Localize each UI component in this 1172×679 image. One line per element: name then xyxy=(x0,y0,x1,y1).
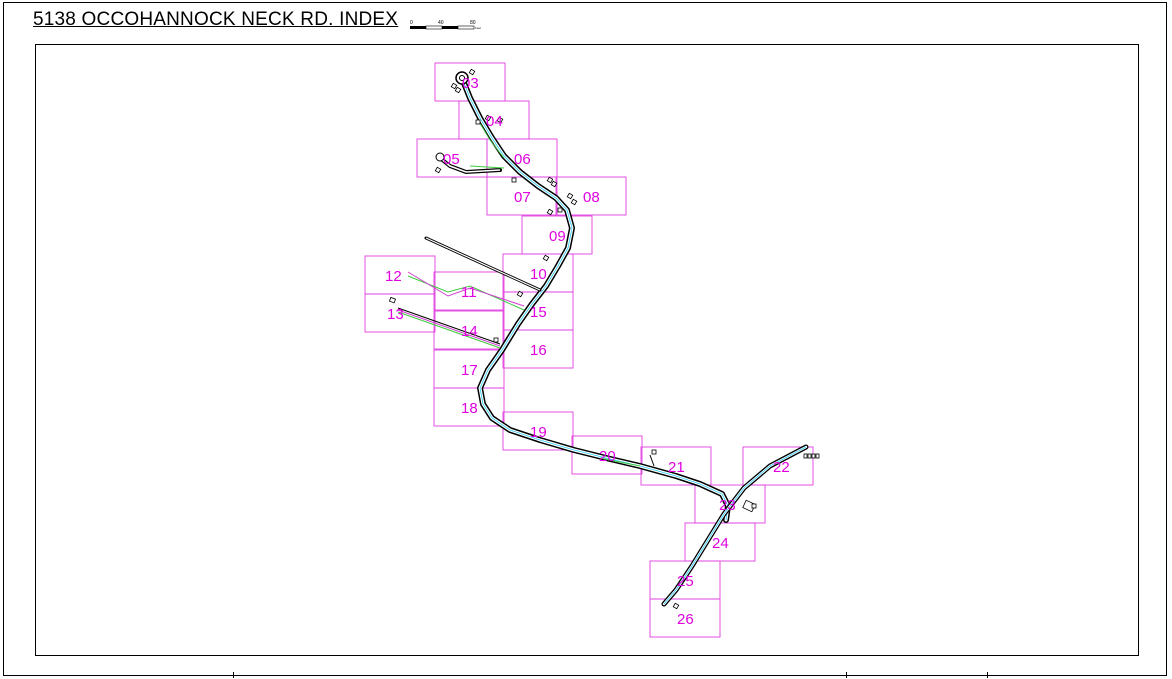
sheet-label-09: 09 xyxy=(549,228,566,245)
sheet-label-06: 06 xyxy=(514,151,531,168)
sheet-label-05: 05 xyxy=(443,151,460,168)
sheet-label-15: 15 xyxy=(530,304,547,321)
sheet-label-22: 22 xyxy=(773,459,790,476)
driveway-21 xyxy=(649,454,655,467)
sheet-label-18: 18 xyxy=(461,400,478,417)
sheet-label-21: 21 xyxy=(668,459,685,476)
sheet-label-08: 08 xyxy=(583,189,600,206)
edge-line-14 xyxy=(397,311,501,349)
sheet-label-23: 23 xyxy=(719,497,736,514)
sheet-label-04: 04 xyxy=(486,113,503,130)
sheet-label-17: 17 xyxy=(461,362,478,379)
sheet-label-20: 20 xyxy=(599,448,616,465)
sheet-label-14: 14 xyxy=(461,323,478,340)
sheet-label-03: 03 xyxy=(462,75,479,92)
footer-divider xyxy=(987,672,988,678)
footer-divider xyxy=(846,672,847,678)
sheet-label-16: 16 xyxy=(530,342,547,359)
footer-divider xyxy=(233,672,234,678)
sheet-label-07: 07 xyxy=(514,189,531,206)
sheet-label-26: 26 xyxy=(677,611,694,628)
sheet-label-13: 13 xyxy=(387,306,404,323)
sheet-label-10: 10 xyxy=(530,266,547,283)
index-map: 03 04 05 06 07 08 09 10 11 12 13 14 15 16 17 18 19 20 21 22… xyxy=(364,62,820,638)
sheet-grid xyxy=(364,62,814,638)
sheet-label-24: 24 xyxy=(712,535,729,552)
sheet-label-19: 19 xyxy=(530,424,547,441)
sheet-labels: 03 04 05 06 07 08 09 10 11 12 13 14 15 16 17 18 19 20 21 22… xyxy=(385,75,790,628)
sheet-label-12: 12 xyxy=(385,268,402,285)
sheet-label-25: 25 xyxy=(677,573,694,590)
sheet-label-11: 11 xyxy=(461,284,477,301)
